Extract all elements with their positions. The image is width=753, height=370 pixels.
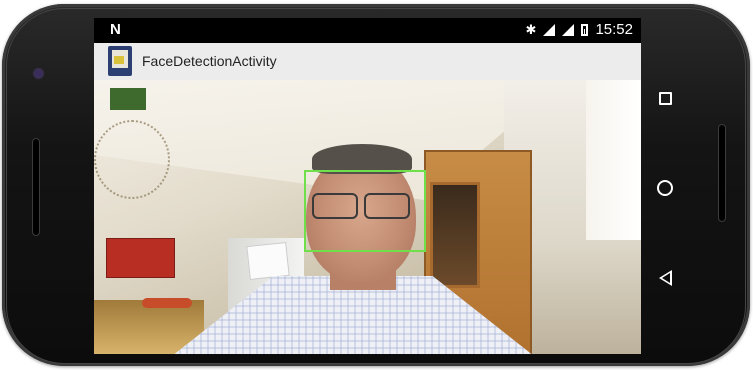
speaker-grille-right (718, 124, 726, 222)
fridge-note (246, 242, 290, 280)
bluetooth-icon: ✱ (525, 21, 537, 37)
recents-button[interactable] (653, 86, 677, 110)
back-icon (658, 270, 672, 286)
app-icon (108, 46, 132, 76)
speaker-grille-left (32, 138, 40, 236)
background-window (586, 80, 641, 240)
notification-n-icon: N (110, 21, 121, 38)
app-title: FaceDetectionActivity (142, 53, 277, 69)
camera-preview[interactable] (94, 80, 641, 354)
back-button[interactable] (653, 266, 677, 290)
device-screen: N ✱ 15:52 FaceDetectionActivity (94, 18, 641, 354)
signal-icon (543, 23, 556, 36)
fruit-bowl (142, 298, 192, 308)
ceiling-lamp (94, 120, 170, 199)
status-icons: ✱ 15:52 (526, 21, 633, 38)
home-icon (657, 180, 673, 196)
front-camera-lens (34, 69, 43, 78)
recents-icon (658, 91, 672, 105)
painting-canvas (110, 88, 146, 110)
status-bar: N ✱ 15:52 (94, 18, 641, 43)
signal-icon (562, 23, 575, 36)
status-time: 15:52 (595, 21, 633, 38)
face-detection-box (304, 170, 426, 252)
battery-icon (581, 23, 589, 36)
wall-painting (106, 238, 175, 278)
cabinet-glass-door (430, 182, 480, 288)
navigation-bar (641, 68, 691, 298)
app-bar: FaceDetectionActivity (94, 43, 641, 81)
home-button[interactable] (653, 176, 677, 200)
